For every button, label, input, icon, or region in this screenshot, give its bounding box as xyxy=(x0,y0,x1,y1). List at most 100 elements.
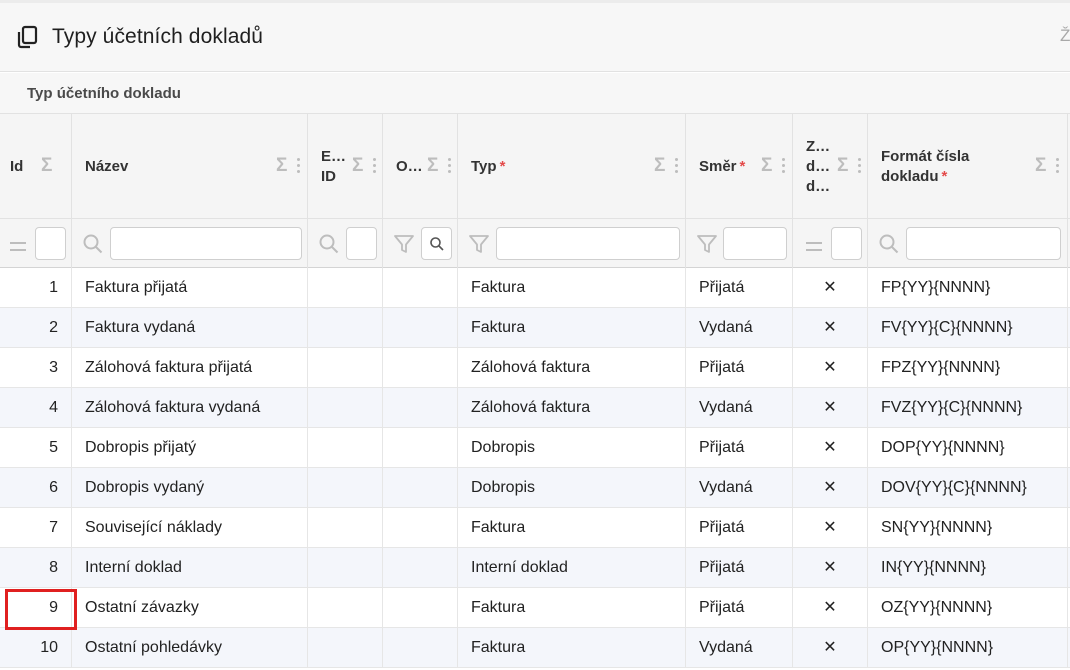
cell-name: Faktura přijatá xyxy=(72,268,308,308)
header-label-id: Id xyxy=(10,157,24,175)
column-menu-icon[interactable] xyxy=(448,158,452,174)
cell-flag-x-mark: ✕ xyxy=(793,548,868,588)
sigma-icon[interactable]: Σ xyxy=(654,156,665,176)
table-row[interactable]: 7 Související náklady Faktura Přijatá ✕ … xyxy=(0,508,1070,548)
column-menu-icon[interactable] xyxy=(373,158,377,174)
filter-icon[interactable] xyxy=(696,233,718,255)
table-row[interactable]: 4 Zálohová faktura vydaná Zálohová faktu… xyxy=(0,388,1070,428)
required-mark: * xyxy=(941,167,948,185)
column-menu-icon[interactable] xyxy=(297,158,301,174)
cell-id: 1 xyxy=(0,268,72,308)
table-row[interactable]: 2 Faktura vydaná Faktura Vydaná ✕ FV{YY}… xyxy=(0,308,1070,348)
equals-icon[interactable] xyxy=(10,242,26,251)
table-row[interactable]: 3 Zálohová faktura přijatá Zálohová fakt… xyxy=(0,348,1070,388)
grid-filter-row xyxy=(0,219,1070,268)
sigma-icon[interactable]: Σ xyxy=(352,156,363,176)
filter-input-z[interactable] xyxy=(831,227,862,260)
sigma-icon[interactable]: Σ xyxy=(837,156,848,176)
grid-header-row: Id Název E… ID O… Typ * Směr * Z… d… d… Formá… xyxy=(0,114,1070,219)
cell-ext-id xyxy=(308,628,383,668)
header-right-fragment[interactable]: Ž xyxy=(1060,26,1070,46)
table-row[interactable]: 1 Faktura přijatá Faktura Přijatá ✕ FP{Y… xyxy=(0,268,1070,308)
filter-input-name[interactable] xyxy=(110,227,302,260)
cell-format: FVZ{YY}{C}{NNNN} xyxy=(868,388,1068,428)
cell-flag-x-mark: ✕ xyxy=(793,588,868,628)
filter-icon[interactable] xyxy=(468,233,490,255)
header-label-name: Název xyxy=(85,157,129,175)
cell-type: Faktura xyxy=(458,588,686,628)
header-label-o: O… xyxy=(396,157,423,175)
cell-o xyxy=(383,628,458,668)
cell-direction: Vydaná xyxy=(686,308,793,348)
header-label-format: Formát čísla dokladu * xyxy=(881,147,970,185)
column-menu-icon[interactable] xyxy=(675,158,679,174)
cell-id: 5 xyxy=(0,428,72,468)
filter-input-direction[interactable] xyxy=(723,227,787,260)
column-menu-icon[interactable] xyxy=(1056,158,1060,174)
filter-input-o[interactable] xyxy=(421,227,452,260)
header-cell-z[interactable] xyxy=(793,114,868,219)
cell-flag-x-mark: ✕ xyxy=(793,268,868,308)
filter-input-format[interactable] xyxy=(906,227,1061,260)
cell-flag-x-mark: ✕ xyxy=(793,468,868,508)
cell-o xyxy=(383,308,458,348)
cell-id: 3 xyxy=(0,348,72,388)
table-row[interactable]: 8 Interní doklad Interní doklad Přijatá … xyxy=(0,548,1070,588)
cell-o xyxy=(383,508,458,548)
cell-o xyxy=(383,348,458,388)
page-header: Typy účetních dokladů Ž xyxy=(0,0,1070,72)
cell-flag-x-mark: ✕ xyxy=(793,388,868,428)
filter-icon[interactable] xyxy=(393,233,415,255)
sigma-icon[interactable]: Σ xyxy=(276,156,287,176)
cell-name: Související náklady xyxy=(72,508,308,548)
cell-format: OP{YY}{NNNN} xyxy=(868,628,1068,668)
cell-ext-id xyxy=(308,548,383,588)
cell-direction: Přijatá xyxy=(686,588,793,628)
cell-type: Dobropis xyxy=(458,468,686,508)
cell-id: 6 xyxy=(0,468,72,508)
cell-ext-id xyxy=(308,428,383,468)
sigma-icon[interactable]: Σ xyxy=(1035,156,1046,176)
cell-direction: Vydaná xyxy=(686,468,793,508)
filter-input-ext-id[interactable] xyxy=(346,227,377,260)
page-title: Typy účetních dokladů xyxy=(52,25,264,48)
sigma-icon[interactable]: Σ xyxy=(427,156,438,176)
cell-format: DOP{YY}{NNNN} xyxy=(868,428,1068,468)
filter-input-type[interactable] xyxy=(496,227,680,260)
cell-name: Faktura vydaná xyxy=(72,308,308,348)
search-icon[interactable] xyxy=(82,233,104,255)
cell-direction: Přijatá xyxy=(686,548,793,588)
search-icon[interactable] xyxy=(878,233,900,255)
cell-direction: Přijatá xyxy=(686,508,793,548)
cell-o xyxy=(383,588,458,628)
cell-name: Interní doklad xyxy=(72,548,308,588)
column-menu-icon[interactable] xyxy=(782,158,786,174)
filter-input-id[interactable] xyxy=(35,227,66,260)
cell-o xyxy=(383,428,458,468)
cell-id: 8 xyxy=(0,548,72,588)
header-label-z: Z… d… d… xyxy=(806,137,831,195)
cell-format: DOV{YY}{C}{NNNN} xyxy=(868,468,1068,508)
table-row[interactable]: 5 Dobropis přijatý Dobropis Přijatá ✕ DO… xyxy=(0,428,1070,468)
cell-name: Ostatní závazky xyxy=(72,588,308,628)
cell-id: 7 xyxy=(0,508,72,548)
table-row[interactable]: 10 Ostatní pohledávky Faktura Vydaná ✕ O… xyxy=(0,628,1070,668)
table-row[interactable]: 9 Ostatní závazky Faktura Přijatá ✕ OZ{Y… xyxy=(0,588,1070,628)
cell-name: Dobropis vydaný xyxy=(72,468,308,508)
column-menu-icon[interactable] xyxy=(858,158,862,174)
cell-type: Zálohová faktura xyxy=(458,388,686,428)
cell-ext-id xyxy=(308,588,383,628)
cell-direction: Přijatá xyxy=(686,348,793,388)
cell-format: SN{YY}{NNNN} xyxy=(868,508,1068,548)
cell-id: 2 xyxy=(0,308,72,348)
cell-o xyxy=(383,268,458,308)
sigma-icon[interactable]: Σ xyxy=(761,156,772,176)
table-row[interactable]: 6 Dobropis vydaný Dobropis Vydaná ✕ DOV{… xyxy=(0,468,1070,508)
header-label-type: Typ * xyxy=(471,157,506,175)
cell-ext-id xyxy=(308,348,383,388)
search-icon[interactable] xyxy=(318,233,340,255)
cell-direction: Vydaná xyxy=(686,628,793,668)
cell-o xyxy=(383,548,458,588)
sigma-icon[interactable]: Σ xyxy=(41,156,52,176)
equals-icon[interactable] xyxy=(806,242,822,251)
